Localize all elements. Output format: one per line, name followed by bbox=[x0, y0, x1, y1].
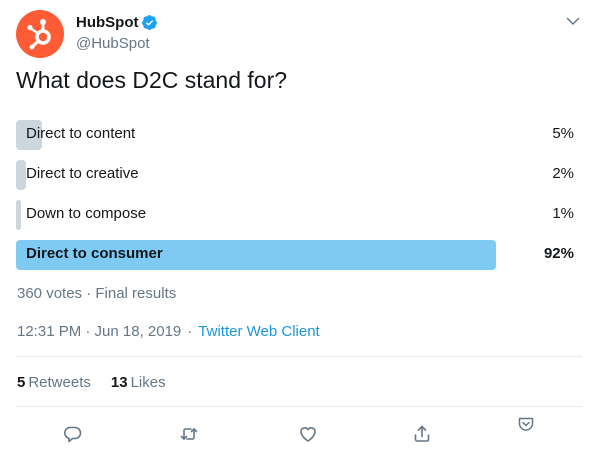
hubspot-logo-icon bbox=[27, 19, 51, 50]
poll-option: Direct to creative 2% bbox=[16, 158, 582, 190]
share-icon bbox=[414, 425, 430, 442]
divider bbox=[16, 356, 582, 357]
retweets-stat[interactable]: 5 Retweets bbox=[17, 374, 91, 391]
meta-separator: · bbox=[187, 323, 193, 340]
poll-option-percent: 5% bbox=[552, 125, 574, 142]
poll-option: Direct to content 5% bbox=[16, 118, 582, 150]
verified-badge-icon bbox=[142, 14, 158, 30]
reply-icon bbox=[64, 426, 82, 443]
display-name[interactable]: HubSpot bbox=[76, 14, 138, 31]
likes-count: 13 bbox=[110, 374, 128, 391]
tweet-text: What does D2C stand for? bbox=[16, 67, 288, 93]
pocket-icon bbox=[518, 417, 534, 431]
retweets-count: 5 bbox=[17, 374, 26, 391]
poll-summary: 360 votes · Final results bbox=[17, 285, 177, 302]
poll-option-percent: 1% bbox=[552, 205, 574, 222]
action-bar bbox=[0, 413, 598, 453]
handle[interactable]: @HubSpot bbox=[76, 35, 158, 52]
author-block: HubSpot @HubSpot bbox=[76, 12, 158, 52]
retweet-icon bbox=[180, 428, 198, 440]
likes-stat[interactable]: 13 Likes bbox=[111, 374, 166, 391]
poll-option: Direct to consumer 92% bbox=[16, 238, 582, 270]
poll-option: Down to compose 1% bbox=[16, 198, 582, 230]
poll-option-percent: 92% bbox=[543, 245, 574, 262]
likes-label: Likes bbox=[130, 374, 166, 391]
chevron-down-icon[interactable] bbox=[564, 12, 582, 30]
poll-option-label: Down to compose bbox=[26, 205, 147, 222]
poll-option-bar bbox=[16, 200, 21, 230]
divider bbox=[16, 406, 582, 407]
retweets-label: Retweets bbox=[28, 374, 91, 391]
retweet-button[interactable] bbox=[172, 417, 206, 451]
poll-option-label: Direct to creative bbox=[26, 165, 139, 182]
share-button[interactable] bbox=[405, 417, 439, 451]
tweet-meta: 12:31 PM · Jun 18, 2019 · Twitter Web Cl… bbox=[17, 323, 320, 340]
pocket-button[interactable] bbox=[509, 407, 543, 441]
heart-icon bbox=[300, 427, 316, 442]
like-button[interactable] bbox=[291, 417, 325, 451]
timestamp[interactable]: 12:31 PM · Jun 18, 2019 bbox=[17, 323, 181, 340]
avatar[interactable] bbox=[16, 10, 64, 58]
tweet-stats: 5 Retweets 13 Likes bbox=[17, 374, 166, 391]
poll-option-label: Direct to content bbox=[26, 125, 136, 142]
poll: Direct to content 5% Direct to creative 2% D… bbox=[16, 118, 582, 278]
poll-option-bar bbox=[16, 160, 26, 190]
source-link[interactable]: Twitter Web Client bbox=[198, 323, 319, 340]
poll-option-label: Direct to consumer bbox=[26, 245, 163, 262]
tweet-header: HubSpot @HubSpot bbox=[16, 8, 582, 58]
reply-button[interactable] bbox=[56, 417, 90, 451]
tweet: HubSpot @HubSpot What does D2C stand for… bbox=[0, 0, 598, 454]
poll-option-percent: 2% bbox=[552, 165, 574, 182]
